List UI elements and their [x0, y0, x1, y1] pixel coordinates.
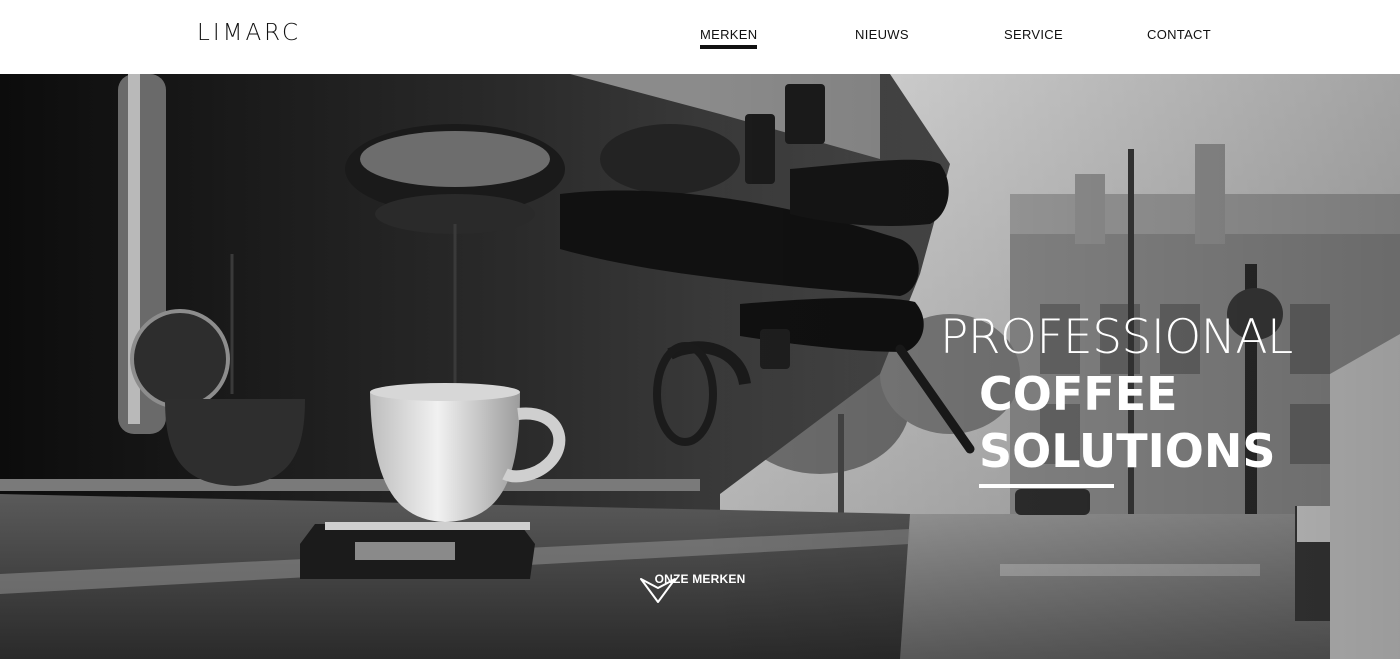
nav-item-contact[interactable]: CONTACT	[1147, 28, 1211, 42]
nav-item-label: MERKEN	[700, 27, 758, 42]
headline-line-professional: PROFESSIONAL	[940, 310, 1293, 365]
headline-line-coffee: COFFEE	[979, 367, 1178, 421]
nav-item-service[interactable]: SERVICE	[1004, 28, 1063, 42]
headline-line-solutions: SOLUTIONS	[979, 424, 1276, 478]
headline-underline	[979, 484, 1114, 488]
nav-item-merken[interactable]: MERKEN	[700, 27, 758, 49]
nav-item-nieuws[interactable]: NIEUWS	[855, 28, 909, 42]
chevron-down-icon	[640, 578, 676, 603]
site-header: LIMARC MERKEN NIEUWS SERVICE CONTACT	[0, 0, 1400, 74]
nav-item-label: SERVICE	[1004, 27, 1063, 42]
limarc-logo[interactable]: LIMARC	[197, 22, 301, 45]
hero-section: PROFESSIONAL COFFEE SOLUTIONS ONZE MERKE…	[0, 74, 1400, 659]
onze-merken-button[interactable]: ONZE MERKEN	[640, 572, 760, 603]
hero-headline: PROFESSIONAL COFFEE SOLUTIONS	[940, 314, 1293, 474]
nav-item-label: NIEUWS	[855, 27, 909, 42]
active-nav-underline	[700, 45, 758, 49]
nav-item-label: CONTACT	[1147, 27, 1211, 42]
